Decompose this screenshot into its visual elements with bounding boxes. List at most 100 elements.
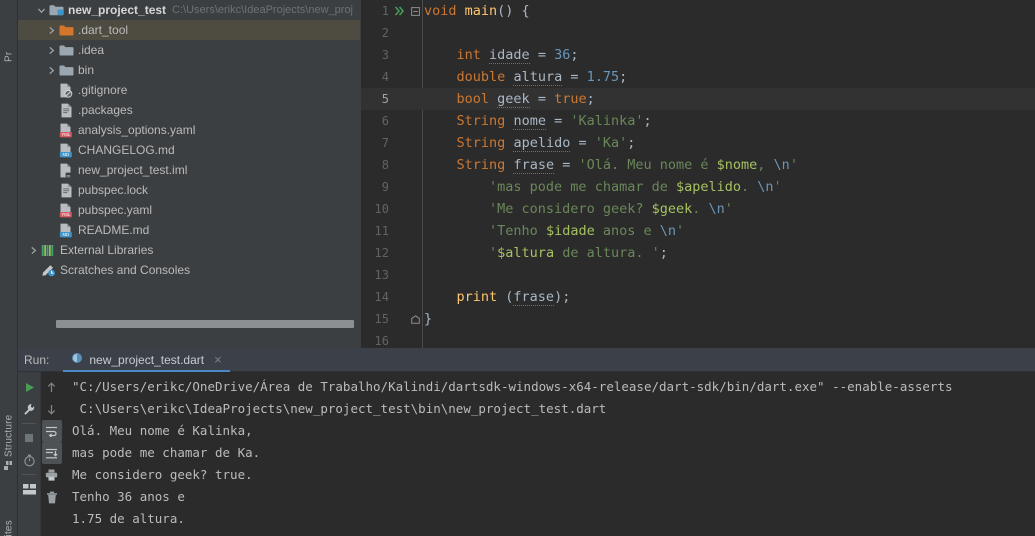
tree-row[interactable]: pubspec.lock xyxy=(18,180,360,200)
svg-text:MD: MD xyxy=(62,232,69,237)
run-tab-new-project-test[interactable]: new_project_test.dart × xyxy=(63,348,231,372)
console-line: Olá. Meu nome é Kalinka, xyxy=(72,423,253,438)
tree-row-label: .dart_tool xyxy=(78,23,129,37)
chevron-right-icon[interactable] xyxy=(26,246,40,255)
project-tool-window[interactable]: new_project_test C:\Users\erikc\IdeaProje… xyxy=(18,0,360,348)
console-line: mas pode me chamar de Ka. xyxy=(72,445,261,460)
soft-wrap-icon[interactable] xyxy=(41,420,62,442)
structure-icon xyxy=(4,461,14,470)
tree-row[interactable]: bin xyxy=(18,60,360,80)
trash-icon[interactable] xyxy=(42,486,62,508)
tree-row[interactable]: MD CHANGELOG.md xyxy=(18,140,360,160)
editor-line[interactable]: 15} xyxy=(361,308,1035,330)
console-line: "C:/Users/erikc/OneDrive/Área de Trabalh… xyxy=(72,379,953,394)
close-icon[interactable]: × xyxy=(214,353,222,366)
tree-row[interactable]: .dart_tool xyxy=(18,20,360,40)
tree-row-label: pubspec.lock xyxy=(78,183,149,197)
tool-button-structure[interactable]: Structure xyxy=(0,398,18,470)
line-number: 3 xyxy=(381,48,389,62)
run-body: "C:/Users/erikc/OneDrive/Área de Trabalh… xyxy=(18,372,1035,536)
line-number: 16 xyxy=(374,334,389,348)
svg-text:YML: YML xyxy=(61,132,70,137)
rerun-button[interactable] xyxy=(19,376,39,398)
line-number: 6 xyxy=(381,114,389,128)
editor-line[interactable]: 2 xyxy=(361,22,1035,44)
editor-line[interactable]: 13 xyxy=(361,264,1035,286)
chevron-down-icon[interactable] xyxy=(34,6,48,15)
editor-line-text: bool geek = true; xyxy=(456,91,595,108)
tree-row[interactable]: YML analysis_options.yaml xyxy=(18,120,360,140)
tree-row[interactable]: YML pubspec.yaml xyxy=(18,200,360,220)
arrow-down-icon[interactable] xyxy=(42,398,62,420)
settings-button[interactable] xyxy=(19,398,39,420)
project-hscroll-thumb[interactable] xyxy=(56,320,354,328)
console-output[interactable]: "C:/Users/erikc/OneDrive/Área de Trabalh… xyxy=(62,372,1035,536)
editor-lines[interactable]: 1 void main() {2 3 int idade = 36; 4 double… xyxy=(361,0,1035,348)
editor-line[interactable]: 12 '$altura de altura. '; xyxy=(361,242,1035,264)
editor-line-text: String apelido = 'Ka'; xyxy=(456,135,636,152)
editor-line[interactable]: 7 String apelido = 'Ka'; xyxy=(361,132,1035,154)
tree-row[interactable]: new_project_test.iml xyxy=(18,160,360,180)
stop-button[interactable] xyxy=(19,427,39,449)
printer-icon[interactable] xyxy=(42,464,62,486)
markdown-file-icon: MD xyxy=(58,143,74,158)
folder-icon xyxy=(58,64,74,77)
editor-line[interactable]: 4 double altura = 1.75; xyxy=(361,66,1035,88)
tree-row-root[interactable]: new_project_test C:\Users\erikc\IdeaProje… xyxy=(18,0,360,20)
project-tree[interactable]: new_project_test C:\Users\erikc\IdeaProje… xyxy=(18,0,360,280)
tree-row[interactable]: .gitignore xyxy=(18,80,360,100)
project-hscroll-track[interactable] xyxy=(36,320,360,338)
project-strip-label: Pr xyxy=(3,51,15,62)
editor-line-text: 'Me considero geek? $geek. \n' xyxy=(489,201,733,217)
editor-line[interactable]: 14 print (frase); xyxy=(361,286,1035,308)
editor-line[interactable]: 16 xyxy=(361,330,1035,348)
iml-file-icon xyxy=(58,163,74,178)
editor-line-text: print (frase); xyxy=(456,289,571,306)
fold-marker-icon[interactable] xyxy=(409,314,421,324)
run-gutter-icon[interactable] xyxy=(391,5,409,17)
tree-row[interactable]: .idea xyxy=(18,40,360,60)
editor-line-text: int idade = 36; xyxy=(456,47,579,64)
editor-line[interactable]: 8 String frase = 'Olá. Meu nome é $nome,… xyxy=(361,154,1035,176)
tree-row[interactable]: .packages xyxy=(18,100,360,120)
tree-row-label: new_project_test xyxy=(68,3,167,17)
console-line: 1.75 de altura. xyxy=(72,511,185,526)
arrow-up-icon[interactable] xyxy=(42,376,62,398)
run-tab-bar: Run: new_project_test.dart × xyxy=(18,348,1035,372)
tree-row[interactable]: MD README.md xyxy=(18,220,360,240)
run-left-toolbar xyxy=(18,372,40,536)
tool-button-favorites[interactable]: rites xyxy=(0,496,18,536)
editor-line[interactable]: 10 'Me considero geek? $geek. \n' xyxy=(361,198,1035,220)
chevron-right-icon[interactable] xyxy=(44,26,58,35)
tree-row-label: .gitignore xyxy=(78,83,128,97)
editor-line[interactable]: 11 'Tenho $idade anos e \n' xyxy=(361,220,1035,242)
line-number: 12 xyxy=(374,246,389,260)
timer-icon[interactable] xyxy=(19,449,39,471)
text-file-icon xyxy=(58,183,74,198)
tree-row-label: External Libraries xyxy=(60,243,154,257)
editor-line[interactable]: 1 void main() { xyxy=(361,0,1035,22)
fold-marker-icon[interactable] xyxy=(409,6,421,16)
scratches-icon xyxy=(40,263,56,277)
markdown-file-icon: MD xyxy=(58,223,74,238)
line-number: 7 xyxy=(381,136,389,150)
editor-line[interactable]: 6 String nome = 'Kalinka'; xyxy=(361,110,1035,132)
editor-line-text: void main() { xyxy=(424,3,530,19)
tree-row-label: bin xyxy=(78,63,95,77)
project-root-path: C:\Users\erikc\IdeaProjects\new_proj xyxy=(172,4,354,16)
editor-line[interactable]: 9 'mas pode me chamar de $apelido. \n' xyxy=(361,176,1035,198)
tree-row[interactable]: External Libraries xyxy=(18,240,360,260)
run-window-label: Run: xyxy=(24,352,50,367)
scroll-end-icon[interactable] xyxy=(41,442,62,464)
editor-line[interactable]: 5 bool geek = true; xyxy=(361,88,1035,110)
tree-row-label: Scratches and Consoles xyxy=(60,263,191,277)
editor-line[interactable]: 3 int idade = 36; xyxy=(361,44,1035,66)
line-number: 2 xyxy=(381,26,389,40)
tree-row[interactable]: Scratches and Consoles xyxy=(18,260,360,280)
chevron-right-icon[interactable] xyxy=(44,46,58,55)
tree-row-label: analysis_options.yaml xyxy=(78,123,196,137)
chevron-right-icon[interactable] xyxy=(44,66,58,75)
layout-button[interactable] xyxy=(19,478,39,500)
code-editor[interactable]: 1 void main() {2 3 int idade = 36; 4 double… xyxy=(361,0,1035,348)
tool-button-project[interactable]: Pr xyxy=(0,2,18,62)
